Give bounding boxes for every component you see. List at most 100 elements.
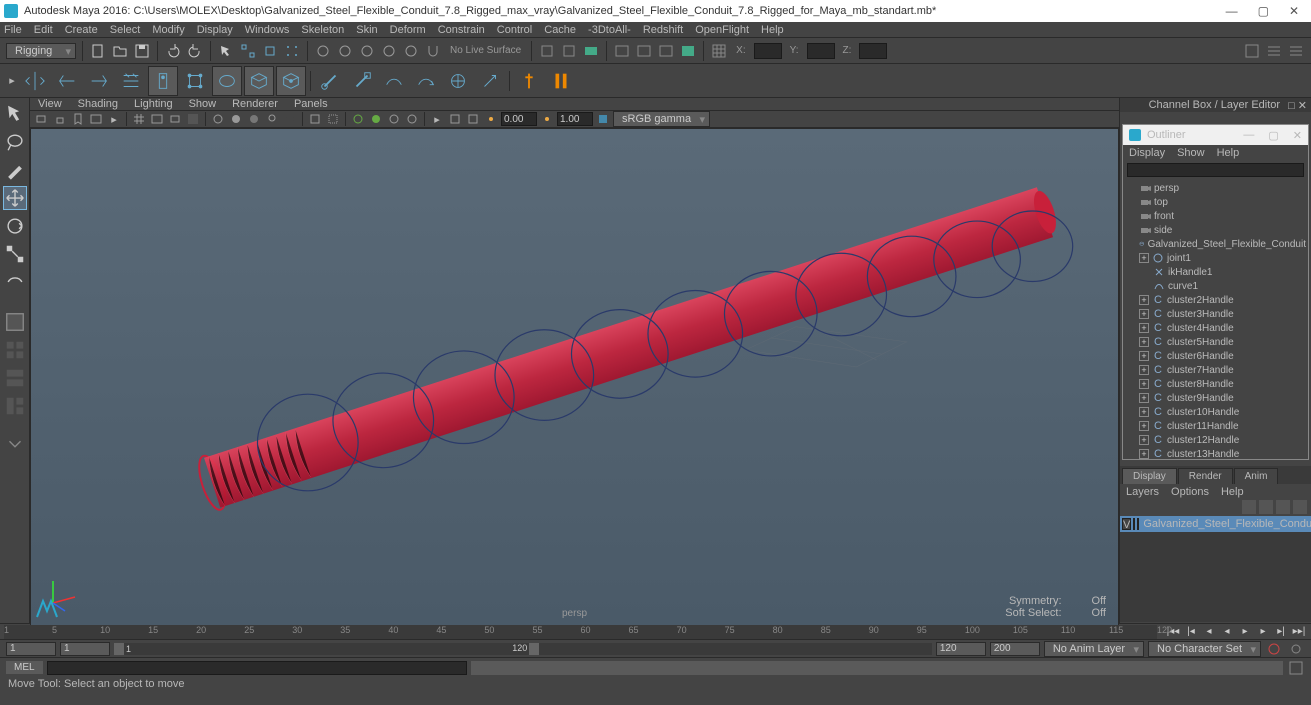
history-icon[interactable] bbox=[560, 42, 578, 60]
outliner-node[interactable]: +Ccluster8Handle bbox=[1125, 377, 1306, 391]
menu-dtoall[interactable]: -3DtoAll- bbox=[588, 24, 631, 36]
motion-blur-icon[interactable] bbox=[386, 112, 402, 126]
rotate-tool[interactable] bbox=[3, 214, 27, 238]
render-view-icon[interactable] bbox=[679, 42, 697, 60]
layers-list[interactable] bbox=[1120, 532, 1311, 622]
snap-curve-icon[interactable] bbox=[336, 42, 354, 60]
expand-icon[interactable]: + bbox=[1139, 407, 1149, 417]
outliner-node[interactable]: +Ccluster12Handle bbox=[1125, 433, 1306, 447]
outliner-titlebar[interactable]: Outliner —▢✕ bbox=[1123, 125, 1308, 145]
range-slider[interactable]: 1 120 bbox=[114, 643, 932, 655]
script-lang-label[interactable]: MEL bbox=[6, 661, 43, 674]
sym-y-tool[interactable] bbox=[84, 66, 114, 96]
outliner-node[interactable]: persp bbox=[1125, 181, 1306, 195]
lattice-tool[interactable] bbox=[116, 66, 146, 96]
outliner-node[interactable]: side bbox=[1125, 223, 1306, 237]
menu-display[interactable]: Display bbox=[197, 24, 233, 36]
parent-constraint-tool[interactable] bbox=[347, 66, 377, 96]
playback-end-input[interactable] bbox=[936, 642, 986, 656]
save-scene-icon[interactable] bbox=[133, 42, 151, 60]
graph-editor-tool[interactable] bbox=[546, 66, 576, 96]
panel-menu-renderer[interactable]: Renderer bbox=[232, 98, 278, 110]
outliner-node[interactable]: +Ccluster5Handle bbox=[1125, 335, 1306, 349]
magnet-icon[interactable] bbox=[424, 42, 442, 60]
outliner-node[interactable]: top bbox=[1125, 195, 1306, 209]
shaded-icon[interactable] bbox=[228, 112, 244, 126]
render-icon[interactable] bbox=[582, 42, 600, 60]
gate-mask-icon[interactable] bbox=[185, 112, 201, 126]
menu-control[interactable]: Control bbox=[497, 24, 532, 36]
panel-menu-panels[interactable]: Panels bbox=[294, 98, 328, 110]
gamma-input[interactable] bbox=[557, 112, 593, 126]
layer-visible-toggle[interactable]: V bbox=[1122, 518, 1131, 530]
toggle-panel-1-icon[interactable] bbox=[1265, 42, 1283, 60]
open-scene-icon[interactable] bbox=[111, 42, 129, 60]
outliner-minimize[interactable]: — bbox=[1243, 129, 1254, 142]
symmetry-tool[interactable] bbox=[20, 66, 50, 96]
ik-tool[interactable] bbox=[180, 66, 210, 96]
menu-openflight[interactable]: OpenFlight bbox=[695, 24, 749, 36]
outliner-node[interactable]: +Ccluster2Handle bbox=[1125, 293, 1306, 307]
range-thumb-end[interactable]: 120 bbox=[529, 643, 539, 655]
outliner-node[interactable]: curve1 bbox=[1125, 279, 1306, 293]
2d-pan-icon[interactable]: ▸ bbox=[106, 112, 122, 126]
toggle-panel-2-icon[interactable] bbox=[1287, 42, 1305, 60]
layers-menu-help[interactable]: Help bbox=[1221, 486, 1244, 498]
sym-x-tool[interactable] bbox=[52, 66, 82, 96]
panel-menu-lighting[interactable]: Lighting bbox=[134, 98, 173, 110]
play-back-icon[interactable]: ◂ bbox=[1219, 625, 1235, 639]
character-set-dropdown[interactable]: No Character Set bbox=[1148, 641, 1261, 657]
render-settings-icon[interactable] bbox=[657, 42, 675, 60]
xray-icon[interactable] bbox=[325, 112, 341, 126]
layout-4-tool[interactable] bbox=[3, 338, 27, 362]
snap-point-icon[interactable] bbox=[358, 42, 376, 60]
outliner-menu-display[interactable]: Display bbox=[1129, 147, 1165, 159]
outliner-node[interactable]: +Ccluster9Handle bbox=[1125, 391, 1306, 405]
outliner-tree[interactable]: persptopfrontsideGalvanized_Steel_Flexib… bbox=[1123, 179, 1308, 459]
close-button[interactable]: ✕ bbox=[1289, 4, 1299, 18]
ipr-icon[interactable] bbox=[635, 42, 653, 60]
step-forward-icon[interactable]: ▸ bbox=[1255, 625, 1271, 639]
autokey-icon[interactable] bbox=[1265, 640, 1283, 658]
expand-icon[interactable]: + bbox=[1139, 295, 1149, 305]
outliner-node[interactable]: +joint1 bbox=[1125, 251, 1306, 265]
layer-tab-render[interactable]: Render bbox=[1178, 468, 1233, 484]
multisample-icon[interactable] bbox=[404, 112, 420, 126]
color-space-dropdown[interactable]: sRGB gamma bbox=[613, 111, 710, 127]
range-start-input[interactable] bbox=[6, 642, 56, 656]
textured-icon[interactable] bbox=[246, 112, 262, 126]
outliner-close[interactable]: ✕ bbox=[1293, 129, 1302, 142]
layout-tool[interactable] bbox=[3, 310, 27, 334]
new-scene-icon[interactable] bbox=[89, 42, 107, 60]
aim-constraint-tool[interactable] bbox=[475, 66, 505, 96]
camera-lock-icon[interactable] bbox=[52, 112, 68, 126]
anim-layer-dropdown[interactable]: No Anim Layer bbox=[1044, 641, 1144, 657]
expand-icon[interactable]: + bbox=[1139, 323, 1149, 333]
construction-icon[interactable] bbox=[538, 42, 556, 60]
layer-tab-display[interactable]: Display bbox=[1122, 468, 1177, 484]
script-editor-icon[interactable] bbox=[1287, 659, 1305, 677]
layer-type-toggle[interactable] bbox=[1137, 518, 1139, 530]
panel-menu-view[interactable]: View bbox=[38, 98, 62, 110]
snap-plane-icon[interactable] bbox=[380, 42, 398, 60]
menu-skeleton[interactable]: Skeleton bbox=[301, 24, 344, 36]
expand-icon[interactable]: + bbox=[1139, 421, 1149, 431]
color-space-icon[interactable] bbox=[595, 112, 611, 126]
joint-tool[interactable] bbox=[148, 66, 178, 96]
outliner-node[interactable]: front bbox=[1125, 209, 1306, 223]
workspace-selector[interactable]: Rigging bbox=[6, 43, 76, 59]
expand-icon[interactable]: + bbox=[1139, 337, 1149, 347]
outliner-node[interactable]: +Ccluster13Handle bbox=[1125, 447, 1306, 459]
bookmarks-icon[interactable] bbox=[70, 112, 86, 126]
grid-display-icon[interactable] bbox=[131, 112, 147, 126]
tab-close-icon[interactable]: □ ✕ bbox=[1288, 99, 1307, 112]
go-to-end-icon[interactable]: ▸▸| bbox=[1291, 625, 1307, 639]
expand-icon[interactable]: + bbox=[1139, 449, 1149, 459]
paint-skin-tool[interactable] bbox=[244, 66, 274, 96]
z-input[interactable] bbox=[859, 43, 887, 59]
outliner-menu-show[interactable]: Show bbox=[1177, 147, 1205, 159]
menu-edit[interactable]: Edit bbox=[34, 24, 53, 36]
scale-tool[interactable] bbox=[3, 242, 27, 266]
outliner-node[interactable]: +Ccluster4Handle bbox=[1125, 321, 1306, 335]
expand-icon[interactable]: + bbox=[1139, 379, 1149, 389]
